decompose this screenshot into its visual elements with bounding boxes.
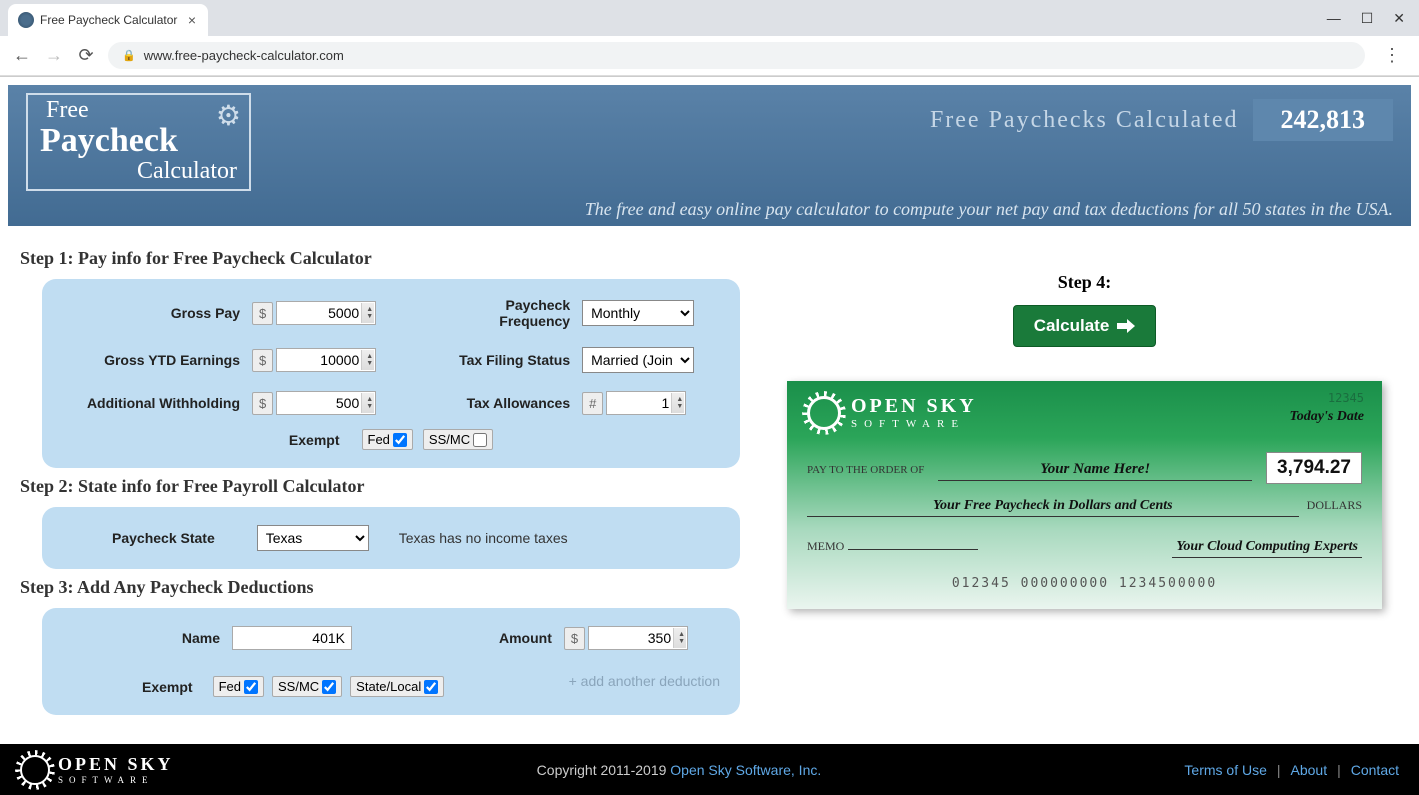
deduction-amount-input[interactable] <box>588 626 688 650</box>
counter-label: Free Paychecks Calculated <box>930 107 1239 134</box>
add-deduction-link[interactable]: + add another deduction <box>569 673 720 689</box>
favicon-icon <box>18 12 34 28</box>
terms-link[interactable]: Terms of Use <box>1184 762 1266 778</box>
exempt-label: Exempt <box>289 432 352 448</box>
url-text: www.free-paycheck-calculator.com <box>144 48 344 63</box>
gross-ytd-input[interactable] <box>276 348 376 372</box>
browser-chrome: Free Paycheck Calculator × — ☐ ✕ ← → ⟳ 🔒… <box>0 0 1419 77</box>
company-link[interactable]: Open Sky Software, Inc. <box>670 762 821 778</box>
dollar-prefix: $ <box>564 627 585 650</box>
minimize-icon[interactable]: — <box>1327 10 1341 26</box>
filing-status-label: Tax Filing Status <box>432 352 582 368</box>
close-window-icon[interactable]: ✕ <box>1393 10 1405 27</box>
step1-heading: Step 1: Pay info for Free Paycheck Calcu… <box>20 248 740 269</box>
footer-company: OPEN SKY <box>58 754 174 775</box>
check-company: OPEN SKY <box>851 395 977 418</box>
tab-close-icon[interactable]: × <box>186 12 198 28</box>
footer-logo[interactable]: OPEN SKY SOFTWARE <box>20 754 174 785</box>
logo-line-3: Calculator <box>40 158 237 185</box>
footer-software: SOFTWARE <box>58 775 174 785</box>
gross-pay-label: Gross Pay <box>62 305 252 321</box>
gross-ytd-label: Gross YTD Earnings <box>62 352 252 368</box>
lock-icon: 🔒 <box>122 49 136 62</box>
tagline: The free and easy online pay calculator … <box>26 199 1393 220</box>
deduction-exempt-ssmc[interactable]: SS/MC <box>272 676 342 697</box>
check-amount: 3,794.27 <box>1266 452 1362 484</box>
site-header: ⚙ Free Paycheck Calculator Free Paycheck… <box>8 85 1411 226</box>
dollar-prefix: $ <box>252 302 273 325</box>
paycheck-counter: Free Paychecks Calculated 242,813 <box>930 93 1393 141</box>
step2-heading: Step 2: State info for Free Payroll Calc… <box>20 476 740 497</box>
state-note: Texas has no income taxes <box>399 530 568 546</box>
about-link[interactable]: About <box>1291 762 1328 778</box>
tab-title: Free Paycheck Calculator <box>40 13 180 27</box>
main-content: Step 1: Pay info for Free Paycheck Calcu… <box>0 226 1419 729</box>
allowances-input[interactable] <box>606 391 686 415</box>
arrow-right-icon <box>1117 319 1135 333</box>
logo-line-1: Free <box>46 97 237 124</box>
copyright: Copyright 2011-2019 Open Sky Software, I… <box>537 762 822 778</box>
dollars-label: DOLLARS <box>1307 498 1362 513</box>
hash-prefix: # <box>582 392 603 415</box>
maximize-icon[interactable]: ☐ <box>1361 10 1374 27</box>
state-select[interactable]: Texas <box>257 525 369 551</box>
gear-dollar-icon: ⚙ <box>216 99 241 132</box>
step3-heading: Step 3: Add Any Paycheck Deductions <box>20 577 740 598</box>
contact-link[interactable]: Contact <box>1351 762 1399 778</box>
check-signature: Your Cloud Computing Experts <box>1172 539 1362 558</box>
logo-line-2: Paycheck <box>40 124 237 158</box>
deduction-name-label: Name <box>62 630 232 646</box>
deduction-name-input[interactable] <box>232 626 352 650</box>
filing-status-select[interactable]: Married (Joint) <box>582 347 694 373</box>
calculate-button[interactable]: Calculate <box>1013 305 1157 347</box>
deduction-exempt-state[interactable]: State/Local <box>350 676 444 697</box>
exempt-ssmc-checkbox[interactable]: SS/MC <box>423 429 493 450</box>
footer-links: Terms of Use| About| Contact <box>1184 762 1399 778</box>
address-bar: ← → ⟳ 🔒 www.free-paycheck-calculator.com… <box>0 36 1419 76</box>
check-date: Today's Date <box>1289 409 1364 425</box>
result-column: Step 4: Calculate OPEN SKY SOFTWARE 1234… <box>770 240 1399 715</box>
tab-bar: Free Paycheck Calculator × — ☐ ✕ <box>0 0 1419 36</box>
pay-to-name: Your Name Here! <box>938 461 1252 481</box>
gross-pay-input[interactable] <box>276 301 376 325</box>
addl-withholding-label: Additional Withholding <box>62 395 252 411</box>
site-footer: OPEN SKY SOFTWARE Copyright 2011-2019 Op… <box>0 744 1419 795</box>
step4-heading: Step 4: <box>1058 272 1112 293</box>
counter-value: 242,813 <box>1253 99 1394 141</box>
check-routing: 012345 000000000 1234500000 <box>807 576 1362 591</box>
paycheck-state-label: Paycheck State <box>112 530 227 546</box>
step3-panel: Name Amount $ ▲▼ Exempt Fed SS/MC State/… <box>42 608 740 715</box>
paycheck-preview: OPEN SKY SOFTWARE 12345 Today's Date PAY… <box>787 381 1382 609</box>
deduction-exempt-fed[interactable]: Fed <box>213 676 264 697</box>
browser-tab[interactable]: Free Paycheck Calculator × <box>8 4 208 36</box>
opensky-logo-icon <box>20 755 50 785</box>
memo-blank <box>848 549 978 550</box>
site-logo[interactable]: ⚙ Free Paycheck Calculator <box>26 93 251 191</box>
window-controls: — ☐ ✕ <box>1327 10 1419 27</box>
allowances-label: Tax Allowances <box>432 395 582 411</box>
check-number: 12345 <box>1328 391 1364 405</box>
exempt-fed-checkbox[interactable]: Fed <box>362 429 413 450</box>
frequency-select[interactable]: Monthly <box>582 300 694 326</box>
pay-to-label: PAY TO THE ORDER OF <box>807 464 924 476</box>
reload-icon[interactable]: ⟳ <box>76 45 96 66</box>
frequency-label: Paycheck Frequency <box>432 297 582 329</box>
form-column: Step 1: Pay info for Free Paycheck Calcu… <box>20 240 740 715</box>
step2-panel: Paycheck State Texas Texas has no income… <box>42 507 740 569</box>
back-icon[interactable]: ← <box>12 45 32 66</box>
check-software: SOFTWARE <box>851 418 977 430</box>
step1-panel: Gross Pay $ ▲▼ Paycheck Frequency Monthl… <box>42 279 740 468</box>
addl-withholding-input[interactable] <box>276 391 376 415</box>
deduction-exempt-label: Exempt <box>142 679 205 695</box>
check-dollars-text: Your Free Paycheck in Dollars and Cents <box>807 498 1299 517</box>
dollar-prefix: $ <box>252 349 273 372</box>
deduction-amount-label: Amount <box>444 630 564 646</box>
url-input[interactable]: 🔒 www.free-paycheck-calculator.com <box>108 42 1365 69</box>
memo-label: MEMO <box>807 539 844 554</box>
forward-icon: → <box>44 45 64 66</box>
dollar-prefix: $ <box>252 392 273 415</box>
opensky-logo-icon <box>807 396 841 430</box>
browser-menu-icon[interactable]: ⋮ <box>1377 45 1407 66</box>
